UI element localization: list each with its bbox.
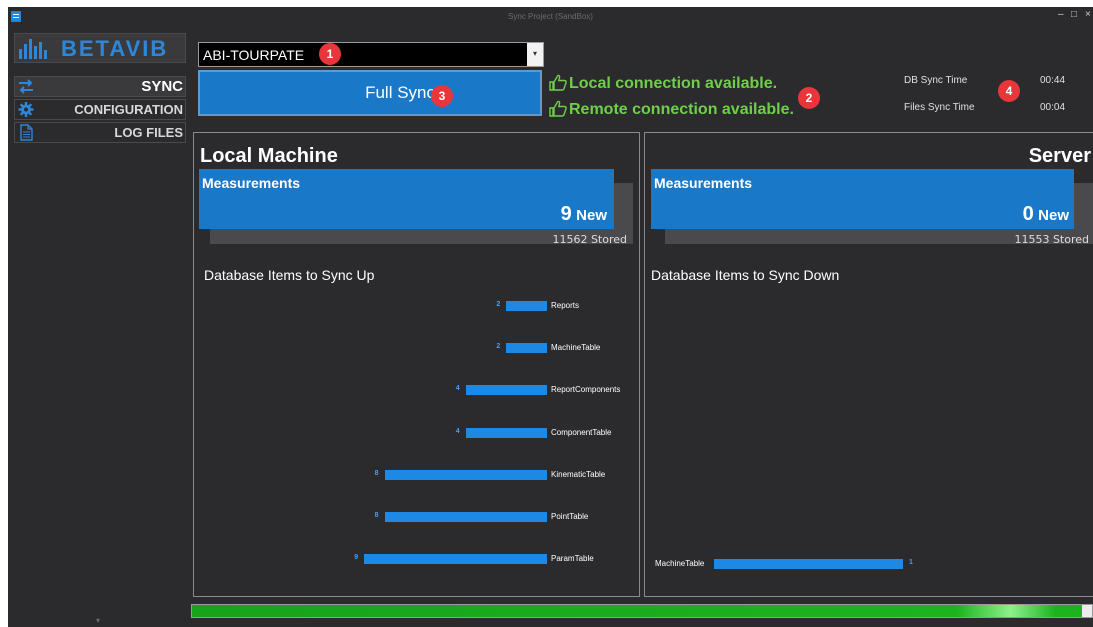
sidebar-item-label: SYNC — [141, 78, 183, 95]
maximize-button[interactable]: □ — [1071, 10, 1077, 20]
remote-connection-text: Remote connection available. — [569, 101, 794, 118]
sync-progress-bar — [191, 604, 1093, 618]
project-select-value: ABI-TOURPATE — [203, 47, 305, 63]
callout-badge-1: 1 — [319, 43, 341, 65]
project-select[interactable]: ABI-TOURPATE ▾ — [198, 42, 544, 67]
sync-up-bar — [384, 512, 547, 522]
sync-down-chart: MachineTable 1 — [645, 133, 1093, 596]
sync-up-bar — [384, 469, 547, 480]
logo-text: BETAVIB — [61, 36, 169, 61]
sync-up-bar-label: MachineTable — [551, 343, 601, 353]
sync-down-bar-label: MachineTable — [655, 559, 705, 568]
thumbs-up-icon — [549, 74, 567, 91]
sync-up-bar — [506, 343, 547, 354]
sidebar-item-label: CONFIGURATION — [74, 102, 183, 117]
sync-up-bar-count: 4 — [455, 385, 460, 393]
minimize-button[interactable]: – — [1058, 10, 1064, 20]
sync-up-bar-label: PointTable — [551, 512, 589, 521]
files-sync-time-label: Files Sync Time — [904, 102, 975, 113]
sync-up-bar-count: 8 — [374, 469, 379, 477]
thumbs-up-icon — [549, 100, 567, 117]
sync-up-bar-label: ComponentTable — [551, 427, 612, 437]
app-window: Sync Project (SandBox) – □ × BETAVIB SYN… — [8, 7, 1093, 627]
sidebar-item-configuration[interactable]: CONFIGURATION — [14, 99, 186, 120]
sidebar: BETAVIB SYNC CONFIGURATION LOG FILES ▾ — [8, 29, 189, 627]
sync-up-bar-label: KinematicTable — [551, 469, 606, 479]
sync-up-bar-count: 2 — [496, 343, 501, 351]
full-sync-label: Full Sync — [365, 83, 435, 102]
local-machine-panel: Local Machine Measurements 9 New 11562 S… — [193, 132, 640, 597]
sync-up-bar-count: 4 — [455, 427, 460, 435]
callout-badge-4: 4 — [998, 80, 1020, 102]
sidebar-item-sync[interactable]: SYNC — [14, 76, 186, 97]
sync-up-bar — [364, 554, 547, 565]
sidebar-item-label: LOG FILES — [114, 125, 183, 140]
local-connection-text: Local connection available. — [569, 75, 778, 92]
logo: BETAVIB — [14, 33, 186, 63]
sync-up-bar — [465, 427, 547, 438]
sync-up-bar-count: 9 — [354, 554, 359, 562]
sync-up-bar-label: ParamTable — [551, 554, 594, 564]
scroll-down-icon[interactable]: ▾ — [96, 616, 100, 625]
sidebar-item-log-files[interactable]: LOG FILES — [14, 122, 186, 143]
db-sync-time-label: DB Sync Time — [904, 75, 968, 86]
document-icon — [20, 124, 33, 141]
sync-up-chart: 2 Reports 2 MachineTable 4 ReportComponents 4 C… — [194, 133, 639, 596]
sync-down-bar-count: 1 — [909, 559, 913, 566]
server-panel: Server Measurements 0 New 11553 Stored D… — [644, 132, 1093, 597]
callout-badge-3: 3 — [431, 85, 453, 107]
logo-bars-icon — [19, 39, 47, 59]
close-button[interactable]: × — [1085, 10, 1091, 20]
full-sync-button[interactable]: Full Sync — [198, 70, 542, 116]
sync-up-bar-label: ReportComponents — [551, 385, 621, 395]
title-bar[interactable]: Sync Project (SandBox) – □ × — [8, 7, 1093, 29]
local-connection-status: Local connection available. — [549, 74, 777, 93]
sync-up-bar-label: Reports — [551, 301, 580, 310]
sync-up-bar — [465, 385, 547, 396]
chevron-down-icon[interactable]: ▾ — [527, 43, 543, 66]
sync-up-bar-count: 2 — [496, 301, 501, 308]
sync-arrows-icon — [19, 79, 33, 94]
gear-icon — [18, 102, 34, 117]
sync-progress-fill — [192, 605, 1083, 617]
sync-up-bar — [506, 301, 547, 311]
sync-down-bar — [714, 559, 903, 569]
remote-connection-status: Remote connection available. — [549, 100, 794, 119]
sync-up-bar-count: 8 — [374, 512, 379, 519]
db-sync-time-value: 00:44 — [1040, 75, 1066, 86]
callout-badge-2: 2 — [798, 87, 820, 109]
window-title: Sync Project (SandBox) — [508, 12, 593, 21]
files-sync-time-value: 00:04 — [1040, 102, 1066, 113]
